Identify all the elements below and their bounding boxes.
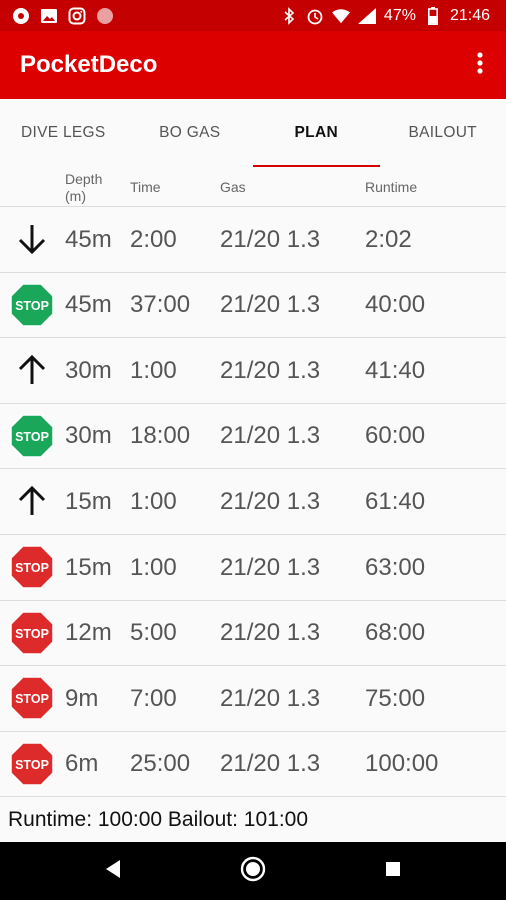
cell-runtime: 61:40	[365, 487, 426, 515]
table-row[interactable]: 15m 1:00 21/20 1.3 61:40	[0, 469, 506, 535]
cell-time: 1:00	[130, 487, 177, 515]
stop-label: STOP	[15, 692, 49, 706]
table-row[interactable]: STOP 45m 37:00 21/20 1.3 40:00	[0, 273, 506, 339]
cell-time: 2:00	[130, 225, 177, 253]
cell-time: 37:00	[130, 291, 191, 319]
column-time: Time	[130, 179, 161, 195]
cell-time: 25:00	[130, 750, 191, 778]
home-icon	[240, 856, 266, 887]
cell-time: 5:00	[130, 619, 177, 647]
circle-icon	[96, 7, 114, 25]
cell-time: 1:00	[130, 553, 177, 581]
more-vert-icon	[477, 51, 483, 79]
arrow-down-icon	[10, 217, 54, 261]
table-row[interactable]: STOP 6m 25:00 21/20 1.3 100:00	[0, 732, 506, 798]
battery-icon	[424, 6, 442, 25]
cell-depth: 45m	[65, 291, 112, 319]
navigation-bar	[0, 842, 506, 900]
cell-runtime: 68:00	[365, 619, 426, 647]
column-runtime: Runtime	[365, 179, 418, 195]
recents-icon	[385, 861, 401, 882]
tab-bar: DIVE LEGS BO GAS PLAN BAILOUT	[0, 99, 506, 167]
runtime-summary: Runtime: 100:00 Bailout: 101:00	[8, 808, 309, 831]
stop-green-icon: STOP	[10, 414, 54, 458]
stop-label: STOP	[15, 561, 49, 575]
clock: 21:46	[449, 6, 490, 24]
back-icon	[104, 859, 122, 884]
stop-label: STOP	[15, 627, 49, 641]
table-row[interactable]: STOP 12m 5:00 21/20 1.3 68:00	[0, 601, 506, 667]
column-depth: Depth (m)	[65, 171, 103, 204]
cell-runtime: 2:02	[365, 225, 412, 253]
table-row[interactable]: STOP 30m 18:00 21/20 1.3 60:00	[0, 404, 506, 470]
recents-button[interactable]	[378, 856, 408, 886]
cell-depth: 6m	[65, 750, 99, 778]
tab-dive-legs[interactable]: DIVE LEGS	[0, 99, 127, 167]
more-options-button[interactable]	[456, 41, 504, 89]
cell-depth: 30m	[65, 356, 112, 384]
cell-gas: 21/20 1.3	[220, 619, 321, 647]
cell-runtime: 75:00	[365, 684, 426, 712]
cell-gas: 21/20 1.3	[220, 225, 321, 253]
tab-plan[interactable]: PLAN	[253, 99, 380, 167]
cell-depth: 12m	[65, 619, 112, 647]
column-gas: Gas	[220, 179, 246, 195]
table-row[interactable]: STOP 15m 1:00 21/20 1.3 63:00	[0, 535, 506, 601]
cell-gas: 21/20 1.3	[220, 487, 321, 515]
stop-label: STOP	[15, 430, 49, 444]
cell-time: 1:00	[130, 356, 177, 384]
cell-runtime: 100:00	[365, 750, 439, 778]
cell-runtime: 40:00	[365, 291, 426, 319]
arrow-up-icon	[10, 479, 54, 523]
cell-runtime: 41:40	[365, 356, 426, 384]
cell-gas: 21/20 1.3	[220, 750, 321, 778]
cell-depth: 15m	[65, 487, 112, 515]
cell-gas: 21/20 1.3	[220, 684, 321, 712]
cell-depth: 15m	[65, 553, 112, 581]
cell-gas: 21/20 1.3	[220, 553, 321, 581]
cell-gas: 21/20 1.3	[220, 356, 321, 384]
column-header-row: Depth (m) Time Gas Runtime	[0, 167, 506, 207]
bluetooth-icon	[280, 6, 298, 25]
cell-gas: 21/20 1.3	[220, 291, 321, 319]
table-row[interactable]: 30m 1:00 21/20 1.3 41:40	[0, 338, 506, 404]
home-button[interactable]	[238, 856, 268, 886]
app-bar: PocketDeco	[0, 31, 506, 99]
cell-time: 18:00	[130, 422, 191, 450]
table-row[interactable]: STOP 9m 7:00 21/20 1.3 75:00	[0, 666, 506, 732]
tab-bo-gas[interactable]: BO GAS	[127, 99, 254, 167]
stop-red-icon: STOP	[10, 545, 54, 589]
image-icon	[40, 7, 58, 25]
status-bar: 47% 21:46	[0, 0, 506, 31]
stop-red-icon: STOP	[10, 742, 54, 786]
cell-depth: 9m	[65, 684, 99, 712]
signal-icon	[357, 7, 376, 25]
stop-label: STOP	[15, 758, 49, 772]
app-notification-icon	[12, 7, 30, 25]
cell-gas: 21/20 1.3	[220, 422, 321, 450]
cell-runtime: 60:00	[365, 422, 426, 450]
tab-bailout[interactable]: BAILOUT	[380, 99, 506, 167]
stop-red-icon: STOP	[10, 676, 54, 720]
app-title: PocketDeco	[20, 51, 158, 78]
stop-green-icon: STOP	[10, 282, 54, 327]
table-row[interactable]: 45m 2:00 21/20 1.3 2:02	[0, 207, 506, 273]
back-button[interactable]	[98, 856, 128, 886]
cell-runtime: 63:00	[365, 553, 426, 581]
cell-depth: 45m	[65, 225, 112, 253]
cell-depth: 30m	[65, 422, 112, 450]
stop-red-icon: STOP	[10, 610, 54, 655]
stop-label: STOP	[15, 299, 49, 313]
wifi-icon	[331, 7, 350, 25]
alarm-icon	[306, 7, 324, 25]
battery-percent: 47%	[383, 6, 416, 24]
instagram-icon	[68, 7, 86, 25]
cell-time: 7:00	[130, 684, 177, 712]
arrow-up-icon	[10, 348, 54, 392]
